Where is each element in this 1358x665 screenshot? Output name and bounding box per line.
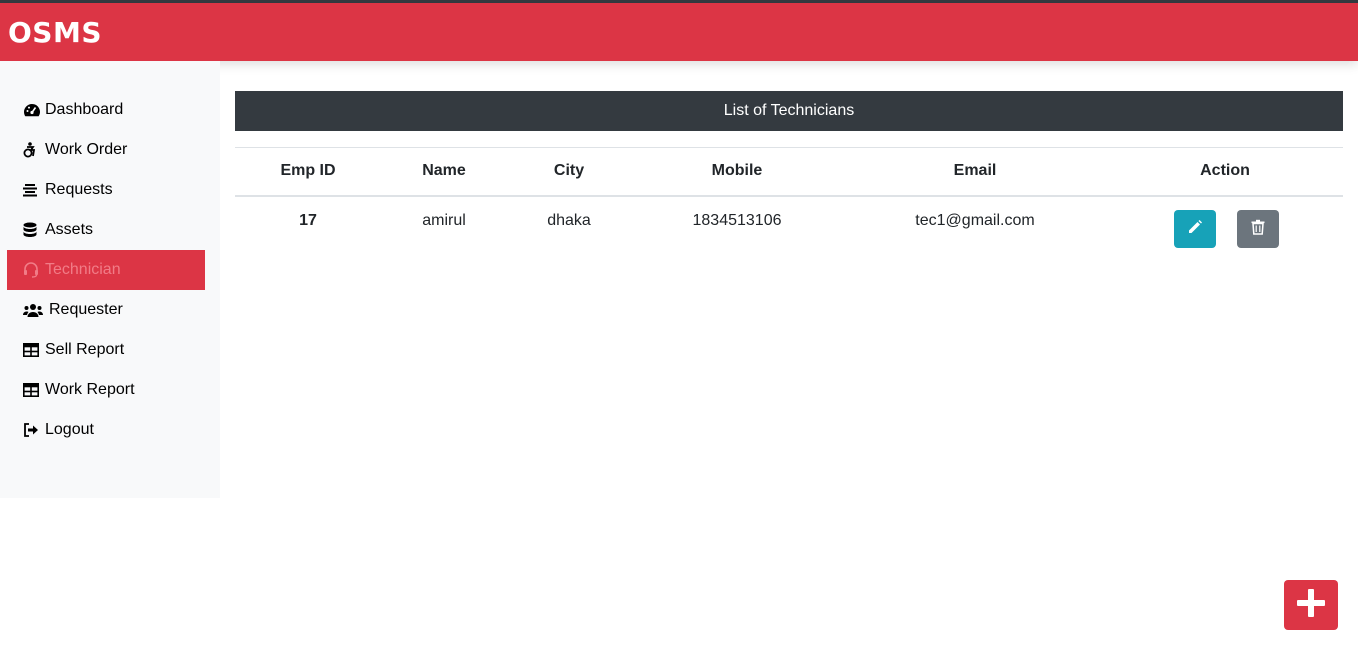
table-header-border (235, 195, 1343, 197)
sidebar-item-requests[interactable]: Requests (7, 170, 205, 210)
sidebar-item-label: Requester (49, 301, 123, 318)
sidebar: Dashboard Work Order Requests Assets Tec… (0, 61, 220, 498)
delete-button[interactable] (1237, 210, 1279, 248)
tachometer-icon (23, 102, 41, 118)
sidebar-item-label: Logout (45, 421, 94, 438)
sidebar-item-logout[interactable]: Logout (7, 410, 205, 450)
column-header-mobile: Mobile (711, 162, 763, 179)
column-header-city: City (553, 162, 585, 179)
pencil-icon (1187, 219, 1203, 240)
column-header-email: Email (953, 162, 997, 179)
sign-out-icon (23, 422, 41, 438)
users-icon (23, 302, 45, 318)
align-center-icon (23, 182, 41, 198)
sidebar-item-label: Technician (45, 261, 121, 278)
table-top-border (235, 147, 1343, 148)
navbar: OSMS (0, 3, 1358, 61)
headset-icon (23, 262, 41, 278)
add-technician-button[interactable] (1284, 580, 1338, 630)
sidebar-item-label: Work Report (45, 381, 135, 398)
cell-name: amirul (422, 212, 466, 229)
table-icon (23, 382, 41, 398)
sidebar-item-requester[interactable]: Requester (7, 290, 205, 330)
sidebar-item-dashboard[interactable]: Dashboard (7, 90, 205, 130)
sidebar-item-label: Dashboard (45, 101, 124, 118)
trash-icon (1251, 219, 1265, 240)
sidebar-item-work-order[interactable]: Work Order (7, 130, 205, 170)
sidebar-item-label: Requests (45, 181, 113, 198)
sidebar-item-sell-report[interactable]: Sell Report (7, 330, 205, 370)
database-icon (23, 222, 41, 238)
page-title: List of Technicians (235, 91, 1343, 131)
sidebar-item-label: Assets (45, 221, 94, 238)
cell-email: tec1@gmail.com (915, 212, 1035, 229)
sidebar-item-label: Work Order (45, 141, 128, 158)
edit-button[interactable] (1174, 210, 1216, 248)
cell-emp-id: 17 (299, 212, 317, 229)
cell-mobile: 1834513106 (692, 212, 782, 229)
cell-city: dhaka (547, 212, 591, 229)
column-header-name: Name (422, 162, 466, 179)
column-header-action: Action (1200, 162, 1250, 179)
sidebar-item-work-report[interactable]: Work Report (7, 370, 205, 410)
sidebar-item-label: Sell Report (45, 341, 125, 358)
accessible-icon (23, 142, 41, 158)
plus-icon (1296, 588, 1326, 623)
column-header-emp-id: Emp ID (280, 162, 336, 179)
table-icon (23, 342, 41, 358)
sidebar-item-assets[interactable]: Assets (7, 210, 205, 250)
brand-logo[interactable]: OSMS (8, 16, 102, 49)
sidebar-item-technician[interactable]: Technician (7, 250, 205, 290)
